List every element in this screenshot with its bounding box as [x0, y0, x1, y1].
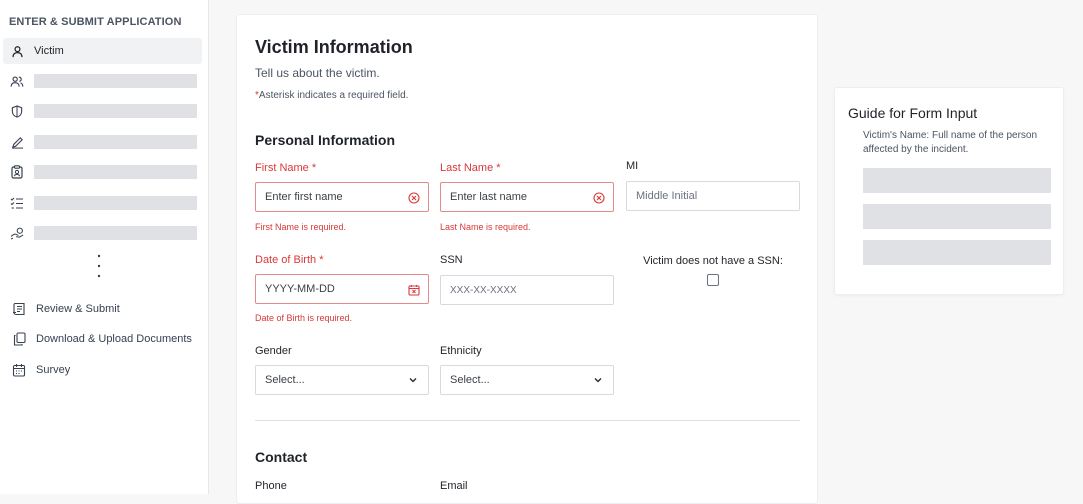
first-name-input[interactable]: Enter first name: [255, 182, 429, 212]
sidebar-item-victim[interactable]: Victim: [3, 38, 202, 64]
section-personal-information: Personal Information: [255, 132, 396, 148]
error-icon: [592, 191, 605, 204]
sidebar-link-survey[interactable]: Survey: [9, 359, 70, 381]
sidebar-item-checklist[interactable]: [3, 190, 202, 216]
sidebar-item-people[interactable]: [3, 68, 202, 94]
sidebar-link-label: Download & Upload Documents: [36, 333, 192, 345]
sidebar-item-pencil[interactable]: [3, 129, 202, 155]
chevron-down-icon: [408, 375, 418, 385]
mi-placeholder: Middle Initial: [636, 190, 698, 202]
more-items-indicator[interactable]: [97, 253, 101, 280]
sidebar-link-label: Survey: [36, 364, 71, 376]
sidebar-item-shield[interactable]: [3, 98, 202, 124]
last-name-placeholder: Enter last name: [450, 191, 528, 203]
sidebar-item-placeholder: [34, 104, 197, 118]
ethnicity-select[interactable]: Select...: [440, 365, 614, 395]
ssn-input[interactable]: XXX-XX-XXXX: [440, 275, 614, 305]
page-subtitle: Tell us about the victim.: [255, 66, 380, 80]
calendar-icon: [9, 360, 29, 380]
no-ssn-checkbox[interactable]: [707, 274, 719, 286]
sidebar-item-placeholder: [34, 226, 197, 240]
first-name-label: First Name *: [255, 162, 317, 174]
last-name-error: Last Name is required.: [440, 222, 531, 232]
calendar-error-icon[interactable]: [407, 283, 420, 296]
guide-title: Guide for Form Input: [848, 105, 978, 121]
dob-placeholder: YYYY-MM-DD: [265, 283, 335, 295]
sidebar-item-placeholder: [34, 196, 197, 210]
sidebar-item-placeholder: [34, 165, 197, 179]
gender-selected-value: Select...: [265, 374, 305, 386]
guide-placeholder: [863, 240, 1051, 265]
required-note: *Asterisk indicates a required field.: [255, 90, 408, 101]
sidebar-item-placeholder: [34, 74, 197, 88]
copy-documents-icon: [9, 329, 29, 349]
email-label: Email: [440, 480, 468, 492]
section-contact: Contact: [255, 449, 308, 465]
sidebar-link-label: Review & Submit: [36, 303, 120, 315]
guide-text: Victim's Name: Full name of the person a…: [863, 130, 1038, 155]
dob-error: Date of Birth is required.: [255, 313, 353, 323]
guide-placeholder: [863, 168, 1051, 193]
middle-initial-input[interactable]: Middle Initial: [626, 181, 800, 211]
gender-select[interactable]: Select...: [255, 365, 429, 395]
people-icon: [4, 68, 30, 94]
scroll-icon: [9, 299, 29, 319]
sidebar-link-review-submit[interactable]: Review & Submit: [9, 298, 120, 320]
guide-placeholder: [863, 204, 1051, 229]
ssn-label: SSN: [440, 254, 463, 266]
sidebar: ENTER & SUBMIT APPLICATION Victim Review…: [0, 0, 209, 494]
error-icon: [407, 191, 420, 204]
first-name-error: First Name is required.: [255, 222, 347, 232]
ethnicity-selected-value: Select...: [450, 374, 490, 386]
sidebar-link-documents[interactable]: Download & Upload Documents: [9, 328, 192, 350]
no-ssn-label: Victim does not have a SSN:: [643, 255, 783, 267]
shield-icon: [4, 98, 30, 124]
sidebar-item-clipboard[interactable]: [3, 159, 202, 185]
section-divider: [255, 420, 800, 421]
sidebar-item-hand-money[interactable]: [3, 220, 202, 246]
victim-form-card: Victim Information Tell us about the vic…: [236, 14, 818, 504]
form-input-guide: Guide for Form Input Victim's Name: Full…: [834, 87, 1064, 295]
page-title: Victim Information: [255, 37, 413, 57]
required-note-text: Asterisk indicates a required field.: [258, 90, 409, 101]
gender-label: Gender: [255, 345, 292, 357]
person-icon: [4, 38, 30, 64]
hand-money-icon: [4, 220, 30, 246]
checklist-icon: [4, 190, 30, 216]
sidebar-title: ENTER & SUBMIT APPLICATION: [9, 16, 182, 28]
chevron-down-icon: [593, 375, 603, 385]
pencil-icon: [4, 129, 30, 155]
clipboard-badge-icon: [4, 159, 30, 185]
date-of-birth-input[interactable]: YYYY-MM-DD: [255, 274, 429, 304]
phone-label: Phone: [255, 480, 287, 492]
ssn-placeholder: XXX-XX-XXXX: [450, 284, 517, 296]
sidebar-item-placeholder: [34, 135, 197, 149]
first-name-placeholder: Enter first name: [265, 191, 343, 203]
last-name-input[interactable]: Enter last name: [440, 182, 614, 212]
dob-label: Date of Birth *: [255, 254, 324, 266]
last-name-label: Last Name *: [440, 162, 501, 174]
ethnicity-label: Ethnicity: [440, 345, 482, 357]
sidebar-item-label: Victim: [34, 45, 64, 57]
mi-label: MI: [626, 160, 639, 172]
